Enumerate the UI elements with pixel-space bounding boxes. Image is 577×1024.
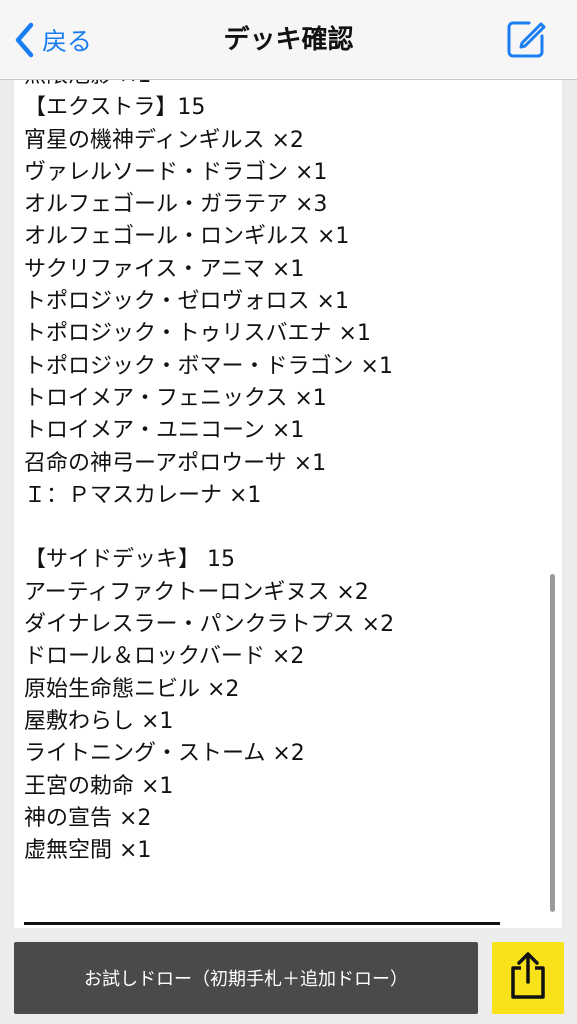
deck-line: オルフェゴール・ガラテア ×3	[24, 192, 328, 218]
deck-line: トポロジック・ゼロヴォロス ×1	[24, 289, 349, 315]
deck-text-view[interactable]: 無限泡影 ×1 【エクストラ】15 宵星の機神ディンギルス ×2 ヴァレルソード・ドラ…	[14, 80, 562, 928]
deck-line: 無限泡影 ×1	[24, 80, 544, 92]
deck-line: ヴァレルソード・ドラゴン ×1	[24, 159, 328, 185]
content-area: 無限泡影 ×1 【エクストラ】15 宵星の機神ディンギルス ×2 ヴァレルソード・ドラ…	[0, 80, 577, 930]
share-icon	[508, 951, 548, 1005]
share-button[interactable]	[492, 942, 564, 1014]
deck-line: 神の宣告 ×2	[24, 805, 152, 831]
deck-line: 召命の神弓ーアポロウーサ ×1	[24, 450, 327, 476]
deck-line: トロイメア・フェニックス ×1	[24, 385, 327, 411]
deck-line: 王宮の勅命 ×1	[24, 773, 174, 799]
deck-line: ドロール＆ロックバード ×2	[24, 644, 305, 670]
edit-button[interactable]	[505, 18, 547, 60]
deck-list: 無限泡影 ×1 【エクストラ】15 宵星の機神ディンギルス ×2 ヴァレルソード・ドラ…	[24, 80, 544, 867]
blank-line	[24, 512, 544, 544]
deck-line: ライトニング・ストーム ×2	[24, 741, 305, 767]
compose-icon	[505, 18, 547, 60]
deck-line: 【エクストラ】15	[24, 95, 206, 121]
text-underline	[24, 922, 500, 925]
deck-line: 屋敷わらし ×1	[24, 708, 174, 734]
back-button[interactable]: 戻る	[14, 20, 92, 60]
bottom-toolbar: お試しドロー（初期手札＋追加ドロー）	[0, 930, 577, 1024]
deck-line: サクリファイス・アニマ ×1	[24, 256, 305, 282]
deck-line: 【サイドデッキ】 15	[24, 547, 235, 573]
navigation-bar: 戻る デッキ確認	[0, 0, 577, 80]
deck-line: トポロジック・トゥリスバエナ ×1	[24, 321, 371, 347]
back-label: 戻る	[42, 27, 93, 56]
deck-line: ダイナレスラー・パンクラトプス ×2	[24, 612, 395, 638]
deck-line: 宵星の機神ディンギルス ×2	[24, 127, 304, 153]
deck-line: Ｉ：Ｐマスカレーナ ×1	[24, 482, 262, 508]
deck-line: オルフェゴール・ロンギルス ×1	[24, 224, 350, 250]
deck-line: アーティファクトーロンギヌス ×2	[24, 579, 369, 605]
scrollbar-thumb[interactable]	[550, 574, 555, 912]
chevron-left-icon	[14, 22, 34, 58]
deck-line: トポロジック・ボマー・ドラゴン ×1	[24, 353, 393, 379]
deck-line: トロイメア・ユニコーン ×1	[24, 418, 305, 444]
scrollbar[interactable]	[550, 84, 556, 920]
trial-draw-button[interactable]: お試しドロー（初期手札＋追加ドロー）	[14, 942, 478, 1014]
deck-line: 虚無空間 ×1	[24, 838, 152, 864]
deck-line: 原始生命態ニビル ×2	[24, 676, 240, 702]
